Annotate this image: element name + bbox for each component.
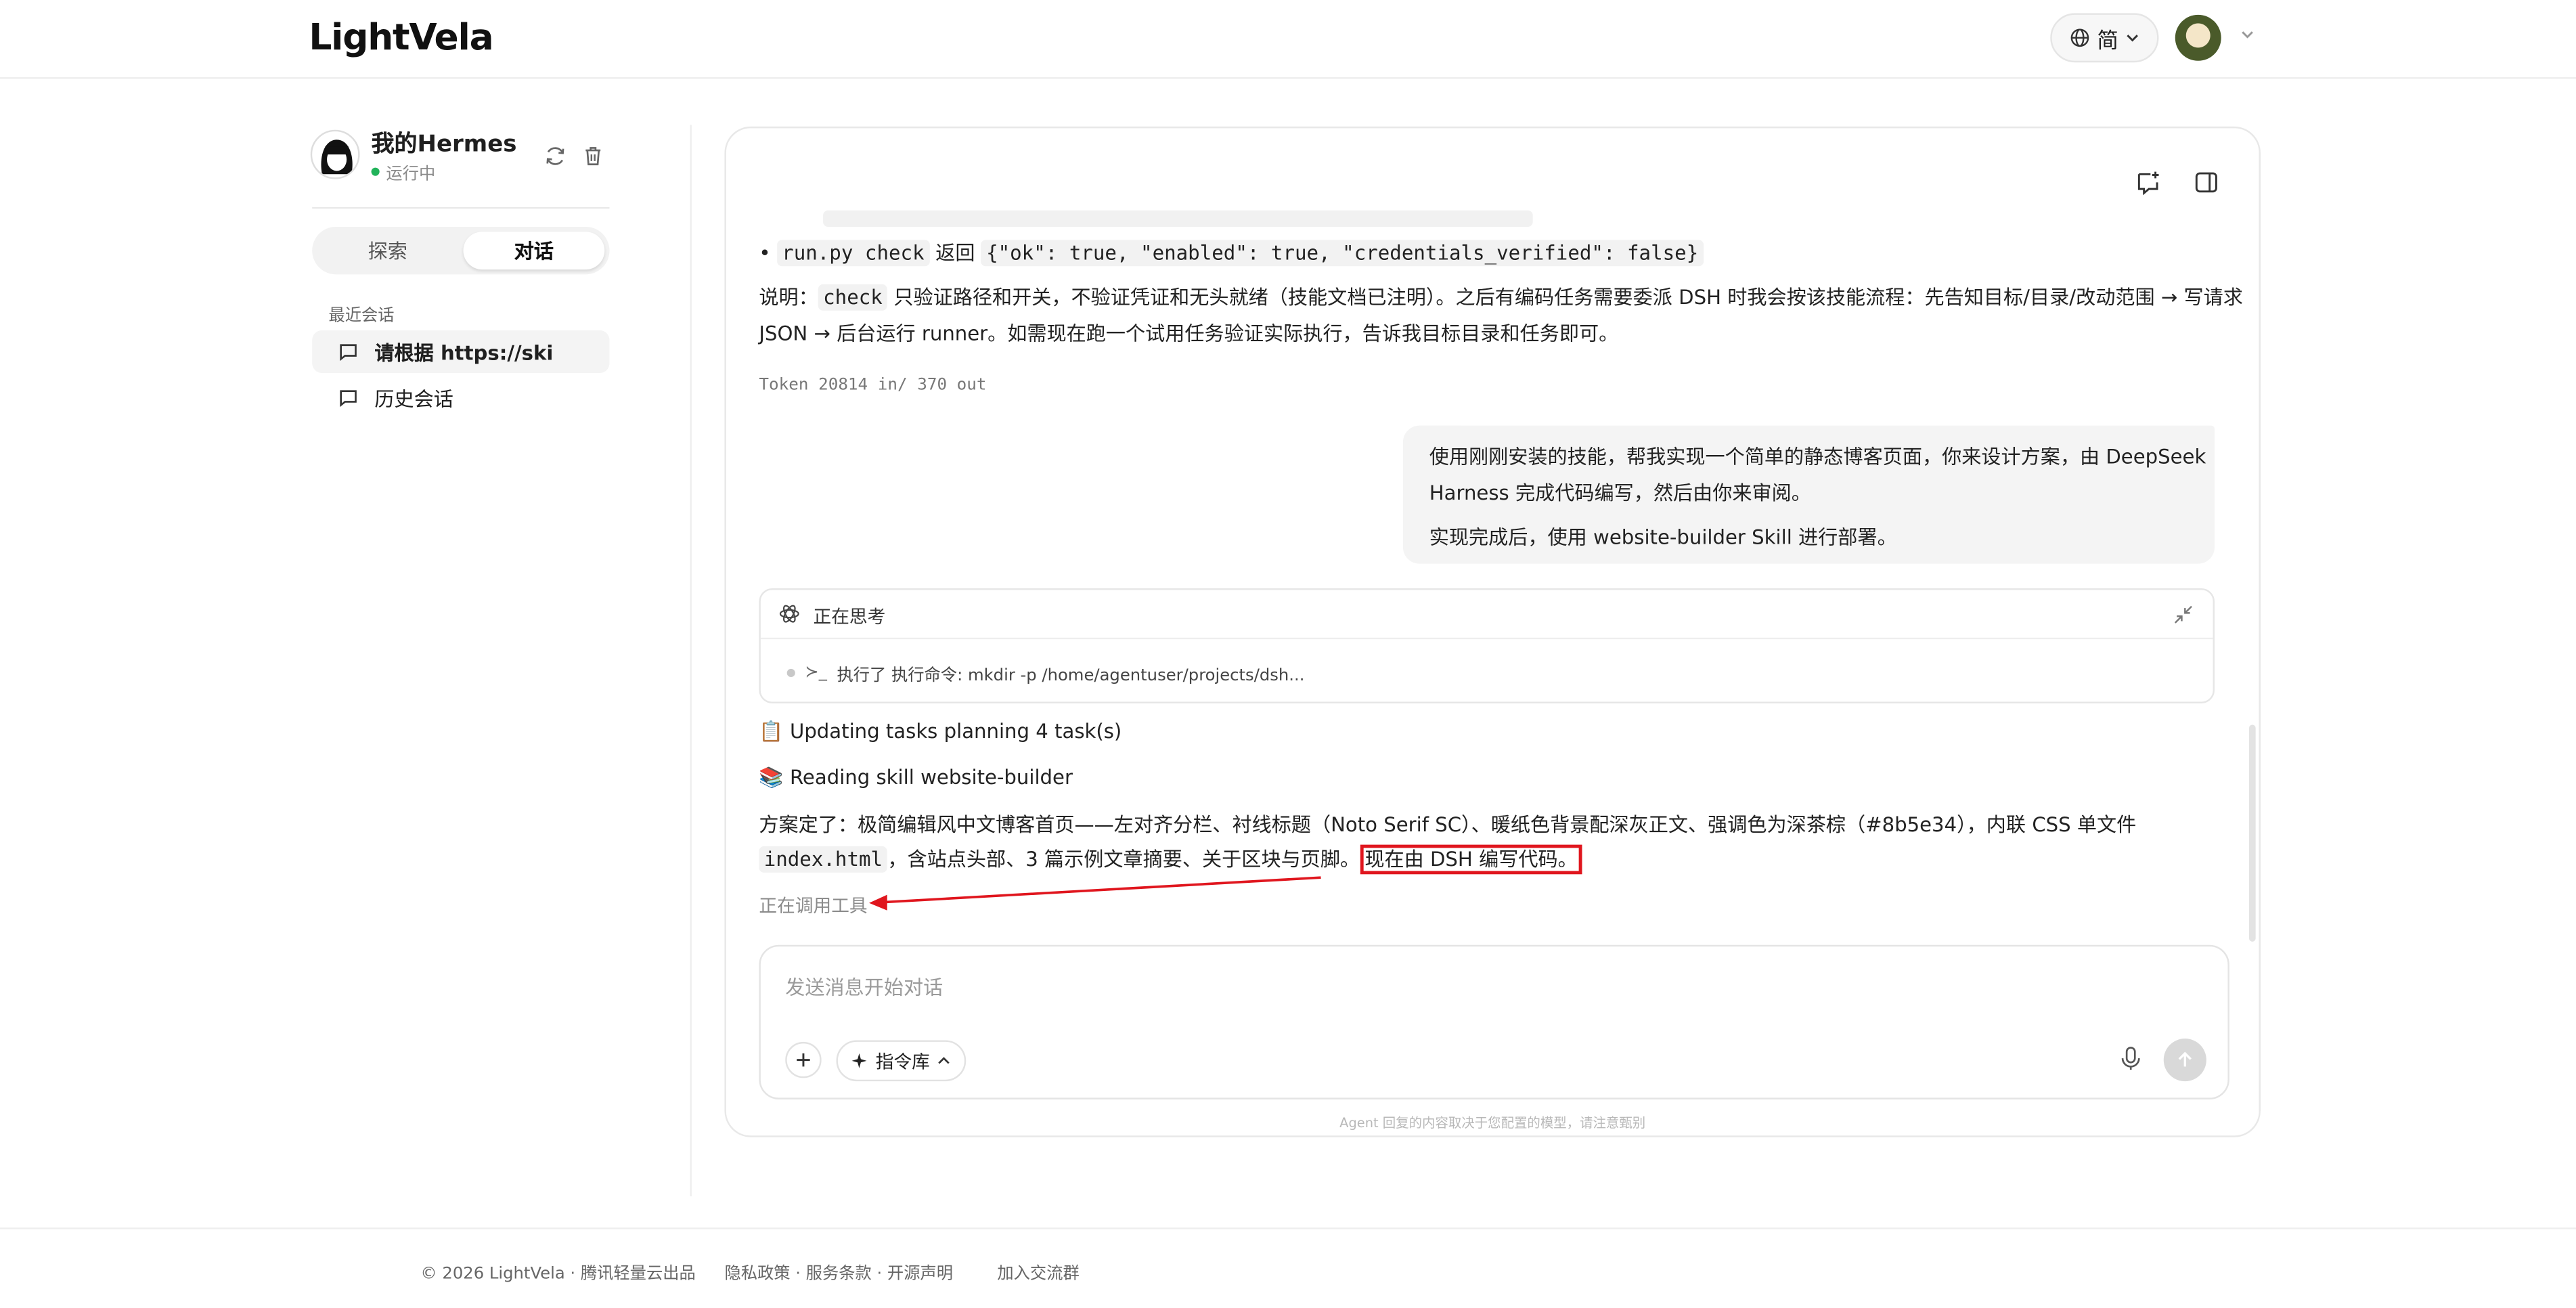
footer-legal-links[interactable]: 隐私政策 · 服务条款 · 开源声明 [724, 1259, 953, 1284]
plan-text: ，含站点头部、3 篇示例文章摘要、关于区块与页脚。 [887, 848, 1360, 871]
inline-code: {"ok": true, "enabled": true, "credentia… [981, 240, 1704, 267]
chat-scrollbar[interactable] [2248, 724, 2256, 942]
chevron-up-icon [938, 1057, 950, 1064]
collapse-icon[interactable] [2173, 605, 2193, 624]
plan-line2: index.html ，含站点头部、3 篇示例文章摘要、关于区块与页脚。 现在由 D… [759, 844, 1583, 875]
clipboard-icon: 📋 [759, 720, 784, 743]
language-switcher[interactable]: 简 [2050, 13, 2159, 63]
attach-button[interactable] [785, 1041, 822, 1078]
status-line: 📋 Updating tasks planning 4 task(s) [759, 720, 1122, 743]
sidebar-divider [312, 206, 610, 209]
footer-copyright: © 2026 LightVela · 腾讯轻量云出品 [420, 1265, 696, 1284]
message-composer[interactable]: 发送消息开始对话 指令库 [759, 944, 2229, 1099]
thinking-step: ≻_ 执行了 执行命令: mkdir -p /home/agentuser/pr… [786, 661, 1305, 686]
chevron-down-icon[interactable] [2238, 24, 2257, 44]
arrow-up-icon [2178, 1051, 2192, 1067]
agent-status-label: 运行中 [386, 166, 436, 184]
tab-explore[interactable]: 探索 [317, 232, 458, 269]
plan-line: 方案定了：极简编辑风中文博客首页——左对齐分栏、衬线标题（Noto Serif … [759, 813, 2137, 837]
status-text: Reading skill website-builder [790, 766, 1073, 789]
top-header: LightVela 简 [0, 0, 2576, 79]
toggle-sidebar-icon[interactable] [2193, 169, 2219, 196]
sparkle-icon [851, 1053, 867, 1068]
conversation-item[interactable]: 请根据 https://ski [312, 330, 610, 373]
conversation-label: 请根据 https://ski [374, 341, 554, 364]
conversation-item[interactable]: 历史会话 [312, 376, 609, 419]
bullet-marker: • [759, 241, 771, 265]
thinking-title: 正在思考 [813, 606, 886, 628]
assistant-note-line: 说明： check 只验证路径和开关，不验证凭证和无头就绪（技能文档已注明）。之后… [759, 282, 2243, 311]
chevron-down-icon [2126, 35, 2137, 42]
clipped-previous-line [823, 210, 1533, 227]
chat-bubble-icon [340, 390, 357, 408]
plus-icon [797, 1053, 810, 1067]
bullet-text: 返回 [935, 241, 975, 265]
step-dot [786, 668, 795, 678]
user-message-line: 实现完成后，使用 website-builder Skill 进行部署。 [1429, 525, 1897, 549]
tab-chat[interactable]: 对话 [463, 232, 605, 270]
user-message-line: Harness 完成代码编写，然后由你来审阅。 [1429, 481, 1811, 505]
command-library-label: 指令库 [875, 1051, 930, 1072]
refresh-icon[interactable] [543, 145, 567, 168]
send-button[interactable] [2163, 1039, 2206, 1082]
inline-code: check [818, 284, 888, 311]
agent-status: 运行中 [371, 159, 436, 184]
thinking-header[interactable]: 正在思考 [760, 590, 2213, 640]
inline-code: run.py check [776, 240, 929, 267]
status-text: Updating tasks planning 4 task(s) [790, 720, 1122, 743]
bullet-line: • run.py check 返回 {"ok": true, "enabled"… [759, 238, 1704, 267]
mode-tabs: 探索 对话 [312, 226, 610, 275]
thinking-step-text: 执行了 执行命令: mkdir -p /home/agentuser/proje… [837, 667, 1305, 686]
chat-bubble-icon [340, 344, 357, 362]
terminal-icon: ≻_ [805, 663, 827, 682]
agent-name: 我的Hermes [371, 131, 517, 158]
thinking-panel: 正在思考 ≻_ 执行了 执行命令: mkdir -p /home/agentus… [759, 588, 2215, 703]
inline-code: index.html [759, 846, 888, 873]
user-avatar[interactable] [2175, 14, 2221, 61]
note-prefix: 说明： [759, 286, 818, 309]
atom-icon [779, 605, 799, 623]
conversation-label: 历史会话 [374, 387, 453, 410]
calling-tool-status: 正在调用工具 [759, 895, 868, 917]
note-text: 只验证路径和开关，不验证凭证和无头就绪（技能文档已注明）。之后有编码任务需要委派… [893, 286, 2243, 309]
ai-disclaimer: Agent 回复的内容取决于您配置的模型，请注意甄别 [1339, 1116, 1646, 1131]
globe-icon [2071, 28, 2090, 47]
app-logo[interactable]: LightVela [309, 18, 493, 60]
token-usage: Token 20814 in/ 370 out [759, 376, 987, 395]
footer-community-link[interactable]: 加入交流群 [997, 1259, 1079, 1284]
app-root: LightVela 简 我的Hermes 运行中 探索 对话 最近会话 请根据 … [0, 0, 2576, 1308]
status-line: 📚 Reading skill website-builder [759, 766, 1073, 789]
language-label: 简 [2097, 28, 2119, 53]
trash-icon[interactable] [581, 145, 604, 168]
sidebar-separator [690, 125, 692, 1197]
status-dot [371, 167, 380, 176]
new-chat-icon[interactable] [2135, 169, 2162, 196]
microphone-icon[interactable] [2118, 1045, 2144, 1072]
books-icon: 📚 [759, 766, 784, 789]
recent-conversations-label: 最近会话 [328, 307, 395, 326]
agent-avatar [310, 129, 360, 179]
user-message-line: 使用刚刚安装的技能，帮我实现一个简单的静态博客页面，你来设计方案，由 DeepS… [1429, 445, 2206, 468]
highlighted-text: 现在由 DSH 编写代码。 [1360, 844, 1583, 875]
page-footer: © 2026 LightVela · 腾讯轻量云出品 隐私政策 · 服务条款 ·… [0, 1227, 2576, 1308]
chat-panel: • run.py check 返回 {"ok": true, "enabled"… [724, 126, 2261, 1137]
message-input[interactable]: 发送消息开始对话 [785, 973, 943, 1001]
assistant-note-line2: JSON → 后台运行 runner。如需现在跑一个试用任务验证实际执行，告诉我… [759, 322, 1619, 345]
user-message-bubble: 使用刚刚安装的技能，帮我实现一个简单的静态博客页面，你来设计方案，由 DeepS… [1402, 425, 2215, 564]
command-library-button[interactable]: 指令库 [836, 1040, 967, 1082]
